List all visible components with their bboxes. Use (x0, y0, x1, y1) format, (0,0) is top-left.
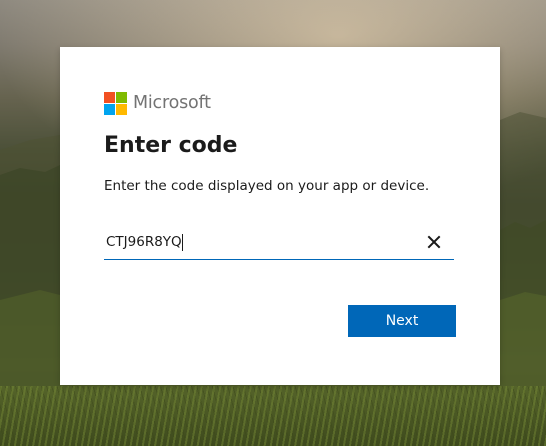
code-field[interactable]: CTJ96R8YQ (104, 227, 454, 260)
page-title: Enter code (104, 133, 238, 158)
code-input[interactable]: CTJ96R8YQ (106, 233, 183, 251)
brand-name: Microsoft (133, 93, 211, 113)
grass-foreground (0, 386, 546, 446)
logo-square-green (116, 91, 127, 103)
logo-square-yellow (116, 103, 127, 115)
enter-code-dialog: Microsoft Enter code Enter the code disp… (60, 47, 500, 385)
clear-code-button[interactable] (426, 234, 442, 250)
microsoft-logo: Microsoft (104, 91, 211, 115)
close-icon (427, 235, 441, 249)
instructions-text: Enter the code displayed on your app or … (104, 178, 430, 194)
microsoft-logo-icon (104, 91, 127, 115)
text-caret (181, 233, 183, 251)
next-button[interactable]: Next (348, 305, 456, 337)
logo-square-red (104, 91, 115, 103)
code-input-value: CTJ96R8YQ (106, 234, 182, 250)
logo-square-blue (104, 103, 115, 115)
